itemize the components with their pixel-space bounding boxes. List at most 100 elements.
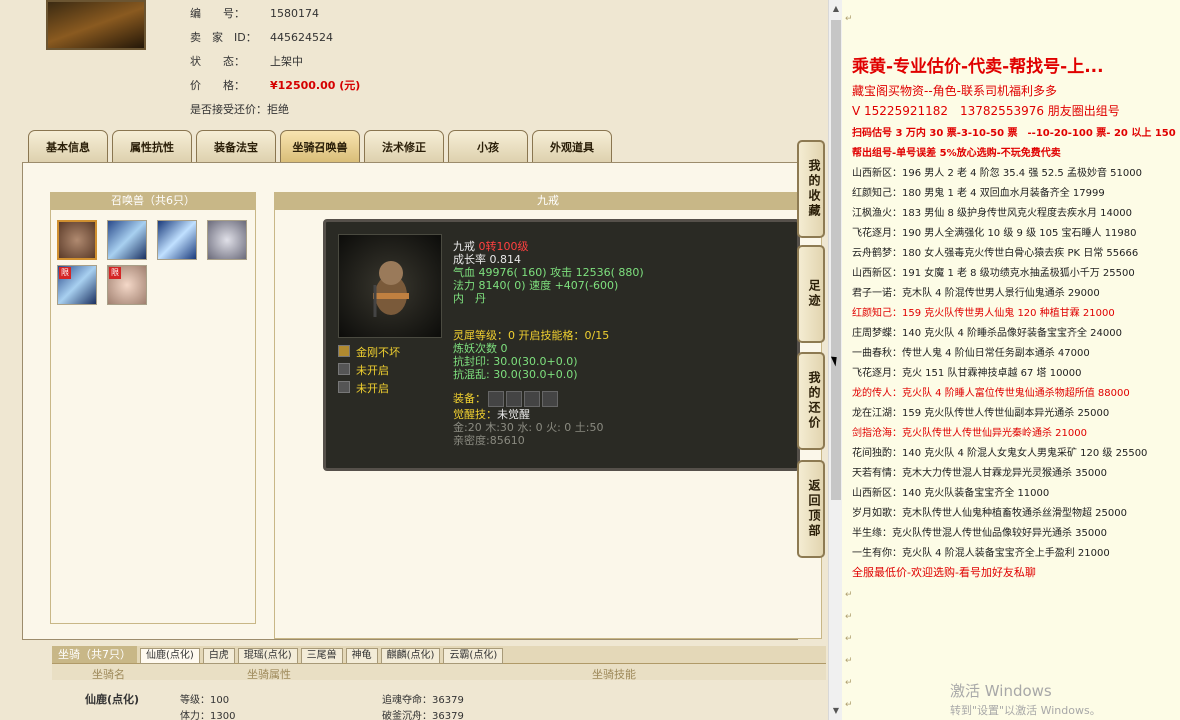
counter-value: 拒绝 [267, 103, 289, 116]
mount-tab-baihu[interactable]: 白虎 [202, 648, 235, 664]
tab-spell-correction[interactable]: 法术修正 [364, 130, 444, 163]
equip-label: 装备： [453, 392, 486, 405]
pet-speed: 速度 +407(-600) [529, 279, 619, 292]
scrollbar-thumb[interactable] [831, 20, 841, 500]
scroll-down-arrow-icon[interactable]: ▼ [829, 704, 843, 718]
mount-skill-1: 追魂夺命：36379 [382, 695, 464, 706]
chat-line: 扫码估号 3 万内 30 票-3-10-50 票 --10-20-100 票- … [852, 128, 1176, 139]
pet-tooltip: 九戒 0转100级 成长率 0.814 气血 49976( 160) 攻击 12… [323, 219, 800, 471]
scroll-up-arrow-icon[interactable]: ▲ [829, 2, 843, 16]
tab-children[interactable]: 小孩 [448, 130, 528, 163]
price-label: 价 格： [190, 79, 245, 92]
pet-slot-3[interactable] [157, 220, 197, 260]
seller-row: 卖 家 ID： 445624524 [190, 29, 333, 45]
skill-slot-icon [338, 363, 350, 375]
chat-line: 君子一诺：克木队 4 阶混传世男人景行仙鬼通杀 29000 [852, 288, 1100, 299]
skill-icon [338, 345, 350, 357]
limited-badge: 限 [109, 267, 121, 279]
chat-line: 山西新区：191 女魔 1 老 8 级功绩克水抽孟极狐小千万 25500 [852, 268, 1135, 279]
chat-line: 山西新区：140 克火队装备宝宝齐全 11000 [852, 488, 1050, 499]
chat-line: V 15225921182 13782553976 朋友圈出组号 [852, 104, 1120, 118]
chat-document: ↵ 乘黄-专业估价-代卖-帮找号-上... 藏宝阁买物资--角色-联系司机福利多… [842, 0, 1180, 720]
tab-equipment[interactable]: 装备法宝 [196, 130, 276, 163]
skill-2: 未开启 [356, 364, 389, 377]
footprint-button[interactable]: 足迹 [797, 245, 825, 343]
tab-appearance[interactable]: 外观道具 [532, 130, 612, 163]
tab-attributes[interactable]: 属性抗性 [112, 130, 192, 163]
equip-slot[interactable] [542, 391, 558, 407]
chat-line: 全服最低价-欢迎选购-看号加好友私聊 [852, 566, 1036, 579]
number-label: 编 号： [190, 7, 245, 20]
chat-line: 天若有情：克木大力传世混人甘霖龙异光灵猴通杀 35000 [852, 468, 1107, 479]
pet-slot-4[interactable] [207, 220, 247, 260]
limited-badge: 限 [59, 267, 71, 279]
skill-3: 未开启 [356, 382, 389, 395]
equip-row: 装备： [453, 390, 558, 407]
paragraph-mark-icon: ↵ [845, 678, 853, 688]
my-favorites-button[interactable]: 我的收藏 [797, 140, 825, 238]
mount-tab-xianlu[interactable]: 仙鹿(点化) [140, 648, 200, 664]
price-row: 价 格： ¥12500.00 (元) [190, 77, 360, 93]
col-mount-name: 坐骑名 [92, 668, 125, 681]
seller-id: 445624524 [270, 31, 333, 44]
chat-line: 帮出组号-单号误差 5%放心选购-不玩免费代卖 [852, 148, 1061, 159]
tab-bar: 基本信息 属性抗性 装备法宝 坐骑召唤兽 法术修正 小孩 外观道具 [28, 130, 612, 163]
tab-basic-info[interactable]: 基本信息 [28, 130, 108, 163]
chat-line: 一生有你：克火队 4 阶混人装备宝宝齐全上手盈利 21000 [852, 548, 1110, 559]
back-to-top-button[interactable]: 返回顶部 [797, 460, 825, 558]
mount-tab-sanweishou[interactable]: 三尾兽 [300, 648, 343, 664]
mount-stamina: 体力：1300 [180, 711, 236, 720]
counter-label: 是否接受还价： [190, 103, 267, 116]
status-value: 上架中 [270, 55, 303, 68]
mount-tab-qilin[interactable]: 麒麟(点化) [380, 648, 441, 664]
pet-slot-6[interactable]: 限 [107, 265, 147, 305]
pet-inner-dan: 内 丹 [453, 292, 486, 305]
col-mount-attr: 坐骑属性 [247, 668, 291, 681]
mount-name: 仙鹿(点化) [85, 693, 140, 706]
price-value: ¥12500.00 (元) [270, 79, 361, 92]
pet-list-header: 召唤兽（共6只） [50, 192, 256, 209]
tab-mounts-pets[interactable]: 坐骑召唤兽 [280, 130, 360, 163]
paragraph-mark-icon: ↵ [845, 14, 853, 24]
pet-slot-1[interactable] [57, 220, 97, 260]
mount-tab-shengui[interactable]: 神龟 [345, 648, 378, 664]
chat-title: 乘黄-专业估价-代卖-帮找号-上... [852, 57, 1104, 77]
mount-tab-kunyao[interactable]: 琨瑶(点化) [237, 648, 298, 664]
pet-slot-5[interactable]: 限 [57, 265, 97, 305]
pet-intimacy: 亲密度:85610 [453, 434, 525, 447]
counter-offer-row: 是否接受还价：拒绝 [190, 101, 289, 117]
mount-skill-2: 破釜沉舟：36379 [382, 711, 464, 720]
mount-tab-yunba[interactable]: 云霸(点化) [443, 648, 504, 664]
windows-activation-watermark: 激活 Windows [950, 682, 1052, 700]
character-avatar [46, 0, 146, 50]
paragraph-mark-icon: ↵ [845, 656, 853, 666]
chat-line: 飞花逐月：克火 151 队甘霖神技卓越 67 塔 10000 [852, 368, 1082, 379]
paragraph-mark-icon: ↵ [845, 700, 853, 710]
seller-label: 卖 家 ID： [190, 31, 257, 44]
equip-slot[interactable] [524, 391, 540, 407]
pet-detail-header: 九戒 [274, 192, 822, 209]
equip-slot[interactable] [488, 391, 504, 407]
col-mount-skill: 坐骑技能 [592, 668, 636, 681]
paragraph-mark-icon: ↵ [845, 590, 853, 600]
game-trade-panel: 编 号： 1580174 卖 家 ID： 445624524 状 态： 上架中 价 格… [0, 0, 828, 720]
chat-line: 云舟鹤梦：180 女人强毒克火传世白骨心猿去疾 PK 日常 55666 [852, 248, 1139, 259]
chat-line: 龙的传人：克火队 4 阶睡人富位传世鬼仙通杀物超所值 88000 [852, 388, 1130, 399]
chat-line: 藏宝阁买物资--角色-联系司机福利多多 [852, 84, 1057, 98]
chat-line: 一曲春秋：传世人鬼 4 阶仙日常任务副本通杀 47000 [852, 348, 1090, 359]
pet-portrait [338, 234, 442, 338]
mount-tabs-bar: 坐骑（共7只） 仙鹿(点化) 白虎 琨瑶(点化) 三尾兽 神龟 麒麟(点化) 云… [52, 646, 826, 664]
chat-line: 龙在江湖：159 克火队传世人传世仙副本异光通杀 25000 [852, 408, 1110, 419]
chat-line: 剑指沧海：克火队传世人传世仙异光秦岭通杀 21000 [852, 428, 1087, 439]
equip-slot[interactable] [506, 391, 522, 407]
chat-line: 花间独酌：140 克火队 4 阶混人女鬼女人男鬼采矿 120 级 25500 [852, 448, 1148, 459]
my-offers-button[interactable]: 我的还价 [797, 352, 825, 450]
mount-level: 等级：100 [180, 695, 230, 706]
chat-line: 庄周梦蝶：140 克火队 4 阶睡杀品像好装备宝宝齐全 24000 [852, 328, 1122, 339]
chat-line: 红颜知己：180 男鬼 1 老 4 双回血水月装备齐全 17999 [852, 188, 1105, 199]
status-row: 状 态： 上架中 [190, 53, 303, 69]
pet-slot-2[interactable] [107, 220, 147, 260]
chat-line: 山西新区：196 男人 2 老 4 阶忽 35.4 强 52.5 孟极妙音 51… [852, 168, 1142, 179]
paragraph-mark-icon: ↵ [845, 612, 853, 622]
chat-line: 红颜知己：159 克火队传世男人仙鬼 120 种植甘霖 21000 [852, 308, 1115, 319]
